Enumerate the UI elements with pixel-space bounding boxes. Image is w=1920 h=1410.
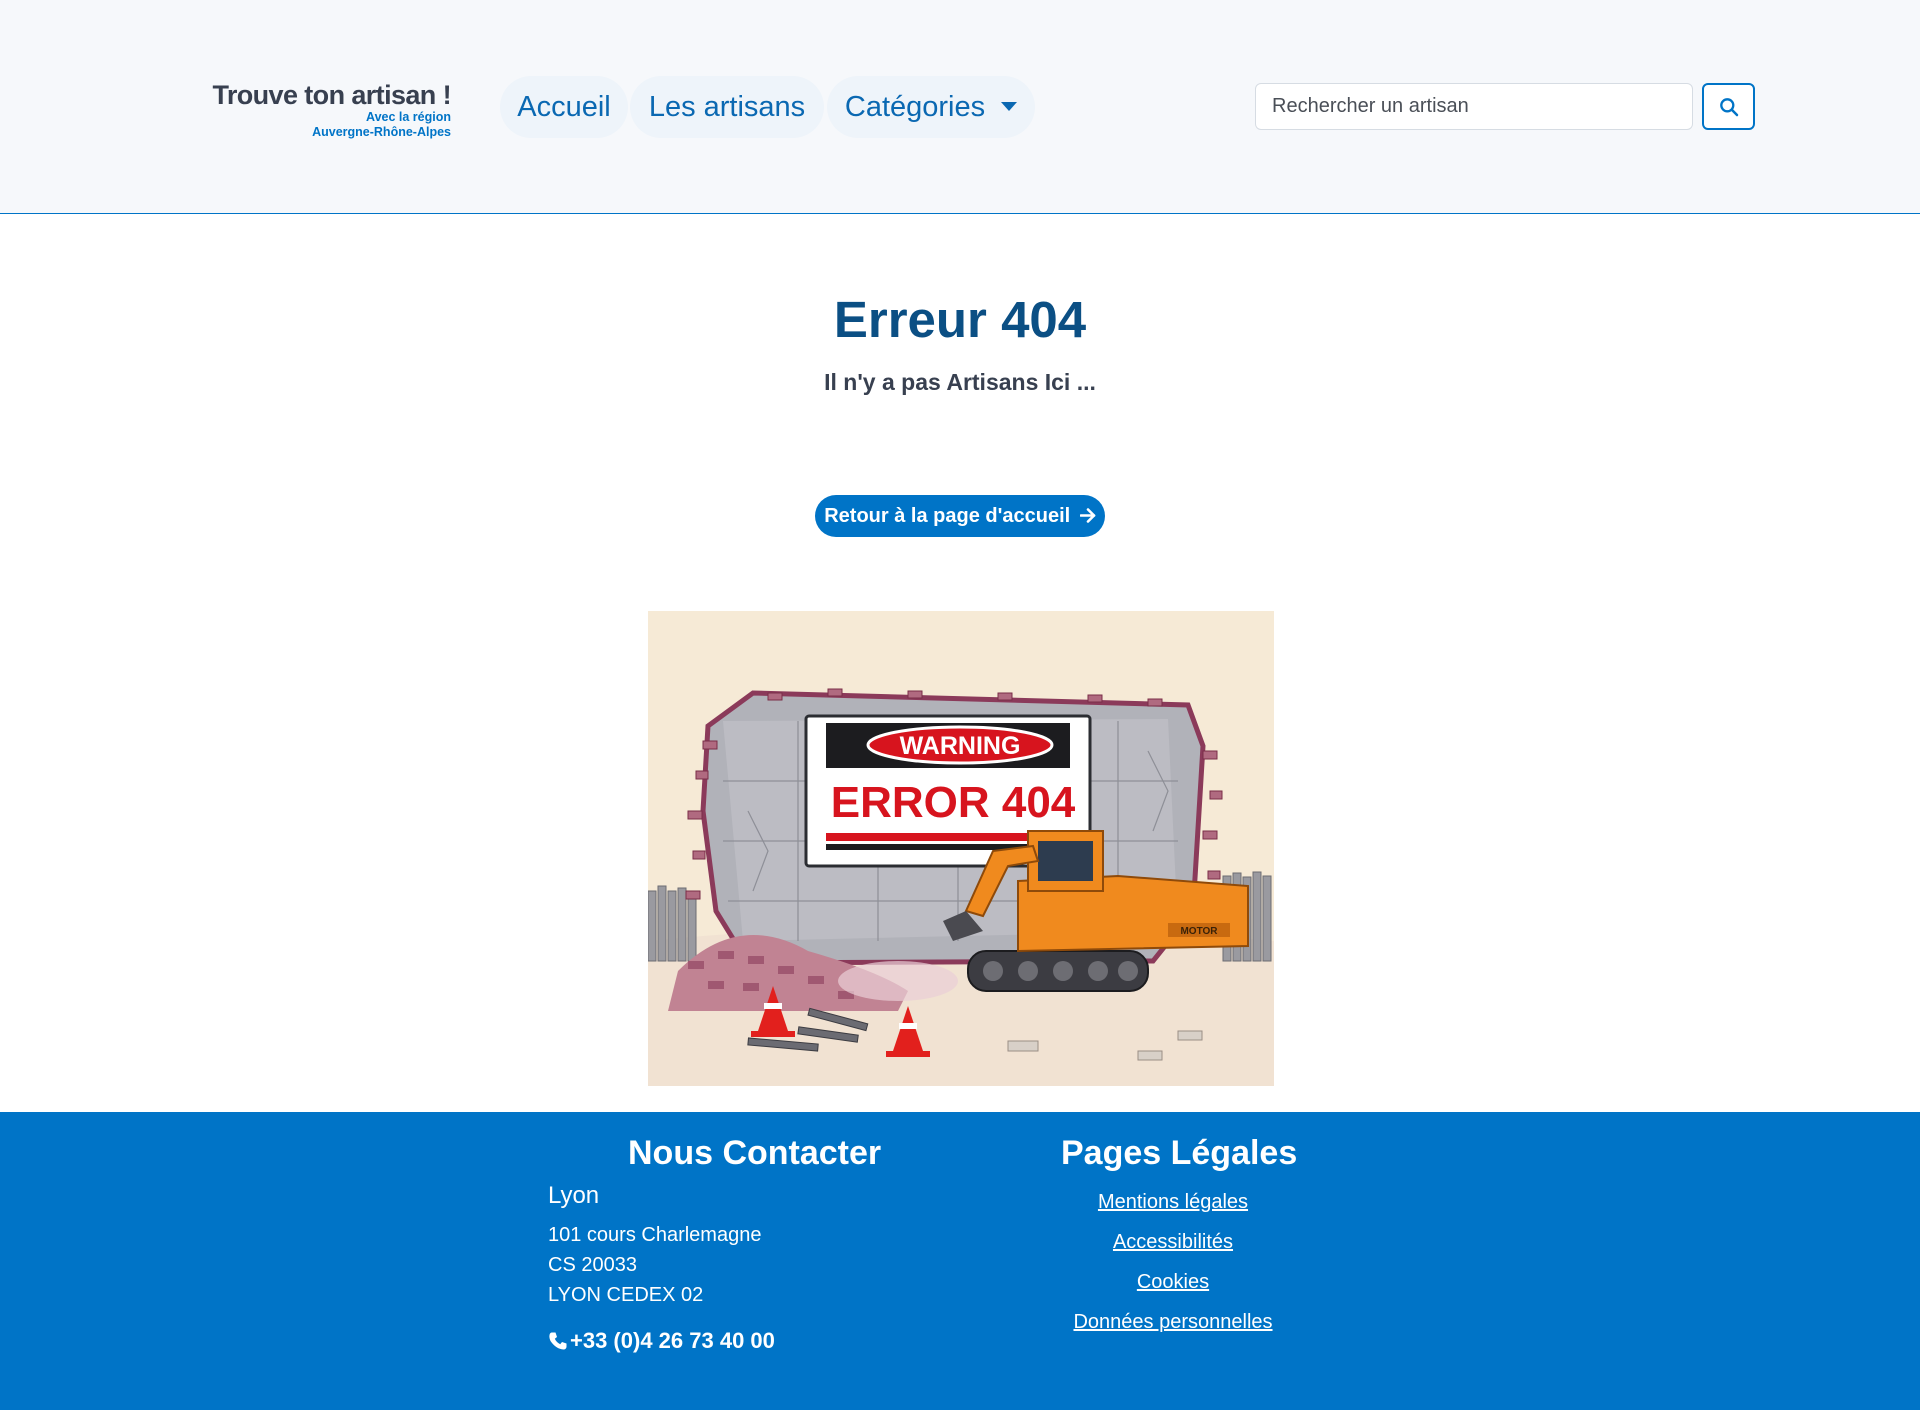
contact-heading: Nous Contacter	[628, 1134, 882, 1172]
nav-item-accueil[interactable]: Accueil	[500, 76, 628, 138]
phone-icon	[549, 1332, 567, 1350]
link-cookies[interactable]: Cookies	[1023, 1269, 1323, 1295]
contact-address-line: 101 cours Charlemagne	[548, 1224, 762, 1246]
page-subtitle: Il n'y a pas Artisans Ici ...	[824, 369, 1096, 395]
site-header: Trouve ton artisan ! Avec la région Auve…	[0, 0, 1920, 214]
site-logo[interactable]: Trouve ton artisan ! Avec la région Auve…	[193, 80, 451, 140]
sign-error-text: ERROR 404	[831, 778, 1076, 827]
nav-item-label: Les artisans	[648, 91, 806, 123]
contact-city: Lyon	[548, 1182, 600, 1209]
arrow-right-icon	[1079, 495, 1096, 537]
back-home-label: Retour à la page d'accueil	[824, 505, 1071, 527]
logo-subtitle-area: Auvergne-Rhône-Alpes	[312, 125, 451, 139]
caret-down-icon	[1001, 101, 1018, 111]
nav-item-label: Catégories	[844, 91, 986, 123]
nav-item-artisans[interactable]: Les artisans	[630, 76, 824, 138]
search-icon	[1719, 97, 1738, 116]
logo-subtitle-region: Avec la région	[366, 110, 451, 124]
site-footer: Nous Contacter Lyon 101 cours Charlemagn…	[0, 1112, 1920, 1410]
contact-address-line: CS 20033	[548, 1254, 637, 1276]
search-input[interactable]	[1255, 83, 1693, 130]
sign-warning-text: WARNING	[900, 732, 1021, 760]
contact-phone[interactable]: +33 (0)4 26 73 40 00	[548, 1327, 775, 1355]
nav-item-label: Accueil	[517, 91, 611, 123]
link-donnees-personnelles[interactable]: Données personnelles	[1023, 1309, 1323, 1335]
machine-label: MOTOR	[1180, 926, 1218, 937]
logo-title: Trouve ton artisan !	[212, 80, 451, 110]
search-button[interactable]	[1702, 83, 1755, 130]
link-mentions-legales[interactable]: Mentions légales	[1023, 1189, 1323, 1215]
page-title: Erreur 404	[833, 291, 1087, 348]
back-home-button[interactable]: Retour à la page d'accueil	[815, 495, 1105, 537]
nav-item-categories-dropdown[interactable]: Catégories	[827, 76, 1035, 138]
contact-address-line: LYON CEDEX 02	[548, 1284, 704, 1306]
legal-heading: Pages Légales	[1061, 1134, 1298, 1172]
contact-phone-number: +33 (0)4 26 73 40 00	[570, 1328, 775, 1353]
link-accessibilites[interactable]: Accessibilités	[1023, 1229, 1323, 1255]
error-404-illustration: WARNING ERROR 404 MOTOR	[648, 611, 1274, 1086]
